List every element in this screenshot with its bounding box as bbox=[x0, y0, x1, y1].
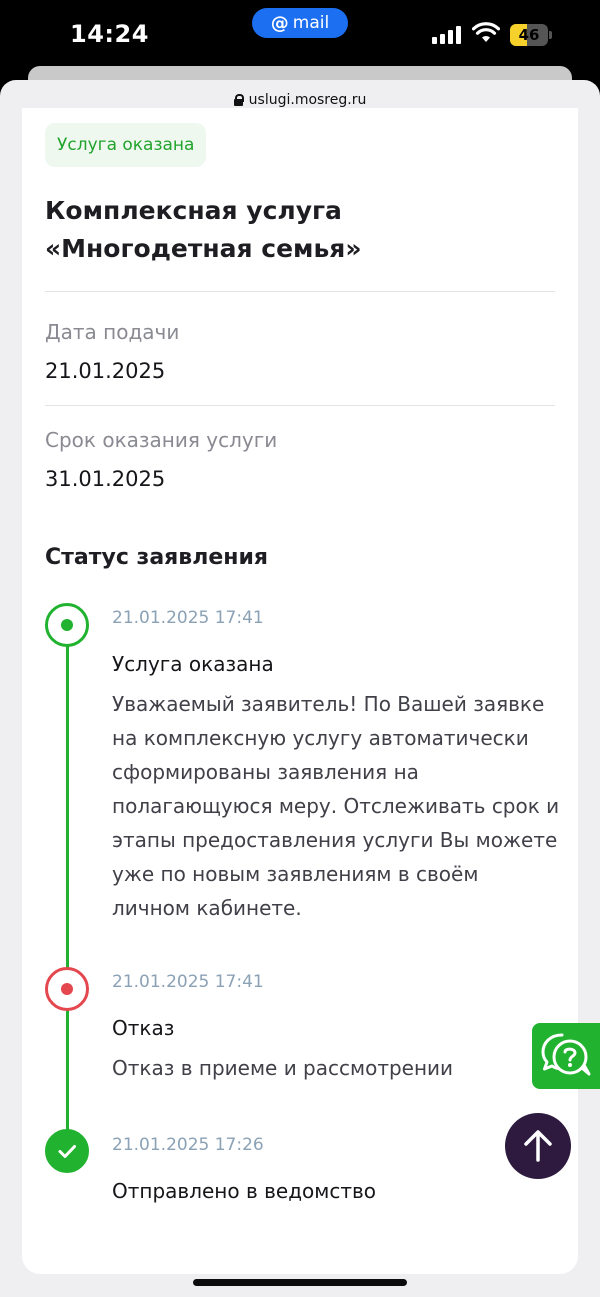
event-datetime: 21.01.2025 17:26 bbox=[112, 1135, 264, 1155]
timeline-line bbox=[66, 644, 69, 969]
status-section-title: Статус заявления bbox=[45, 545, 268, 570]
divider bbox=[45, 405, 555, 406]
submit-date-value: 21.01.2025 bbox=[45, 359, 166, 383]
url-text: uslugi.mosreg.ru bbox=[248, 92, 367, 108]
mail-app-label: mail bbox=[292, 13, 330, 33]
scroll-top-button[interactable] bbox=[505, 1113, 571, 1179]
home-indicator[interactable] bbox=[193, 1279, 407, 1286]
deadline-label: Срок оказания услуги bbox=[45, 428, 278, 452]
lock-icon bbox=[233, 94, 244, 106]
battery-level: 46 bbox=[518, 26, 540, 44]
page-title: Комплексная услуга «Многодетная семья» bbox=[45, 196, 362, 263]
status-time: 14:24 bbox=[70, 20, 149, 48]
timeline-line bbox=[66, 1009, 69, 1131]
check-icon bbox=[45, 1129, 89, 1173]
event-title: Отправлено в ведомство bbox=[112, 1179, 377, 1203]
signal-icon bbox=[432, 26, 461, 44]
deadline-value: 31.01.2025 bbox=[45, 467, 166, 491]
event-title: Услуга оказана bbox=[112, 652, 274, 676]
chat-question-icon bbox=[541, 1033, 591, 1076]
at-icon: @ bbox=[270, 12, 289, 34]
help-chat-button[interactable] bbox=[532, 1023, 600, 1089]
arrow-up-icon bbox=[524, 1130, 552, 1162]
status-badge: Услуга оказана bbox=[45, 123, 207, 167]
event-title: Отказ bbox=[112, 1016, 175, 1040]
submit-date-label: Дата подачи bbox=[45, 320, 180, 344]
timeline-dot-current bbox=[45, 603, 89, 647]
timeline-dot-rejected bbox=[45, 967, 89, 1011]
event-description: Отказ в приеме и рассмотрении bbox=[112, 1056, 454, 1080]
divider bbox=[45, 291, 555, 292]
mail-app-pill[interactable]: @ mail bbox=[252, 8, 348, 38]
battery-icon: 46 bbox=[510, 24, 552, 46]
event-datetime: 21.01.2025 17:41 bbox=[112, 972, 264, 992]
wifi-icon bbox=[472, 22, 500, 42]
event-datetime: 21.01.2025 17:41 bbox=[112, 608, 264, 628]
event-description: Уважаемый заявитель! По Вашей заявке на … bbox=[112, 692, 560, 920]
